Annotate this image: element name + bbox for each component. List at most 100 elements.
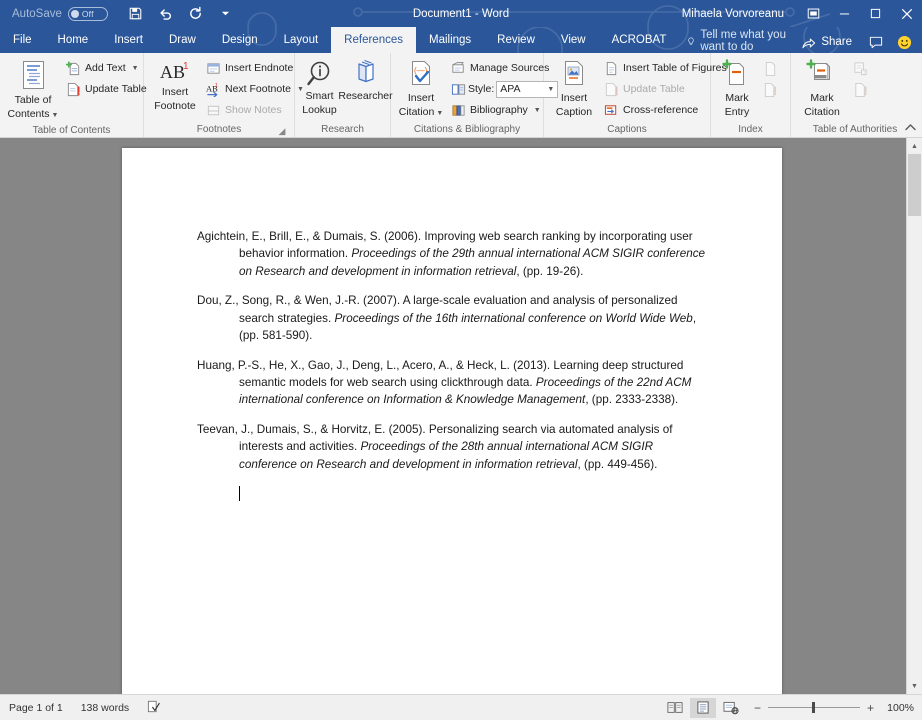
tab-insert[interactable]: Insert (101, 27, 156, 53)
scroll-down-button[interactable]: ▼ (907, 678, 922, 694)
customize-quick-access-button[interactable] (212, 3, 240, 25)
tab-label: References (344, 34, 403, 46)
tell-me-search[interactable]: Tell me what you want to do (687, 29, 794, 53)
tab-view[interactable]: View (548, 27, 599, 53)
tab-review[interactable]: Review (484, 27, 548, 53)
proofing-status-button[interactable] (138, 700, 170, 716)
mark-citation-button[interactable]: Mark Citation (796, 56, 848, 120)
autosave-label: AutoSave (12, 8, 62, 20)
chevron-down-icon: ▼ (534, 107, 541, 114)
table-of-contents-button[interactable]: Table of Contents▼ (5, 56, 61, 123)
insert-endnote-button[interactable]: Insert Endnote (203, 58, 309, 78)
tab-draw[interactable]: Draw (156, 27, 209, 53)
autosave-switch[interactable]: Off (68, 7, 108, 21)
update-table-icon (66, 82, 81, 97)
undo-button[interactable] (152, 3, 180, 25)
maximize-button[interactable] (860, 0, 891, 27)
show-notes-icon (206, 103, 221, 118)
update-table-button[interactable]: Update Table (63, 79, 152, 99)
minimize-icon (839, 8, 850, 19)
insert-citation-button[interactable]: (—) Insert Citation▼ (396, 56, 446, 121)
svg-text:1: 1 (183, 61, 189, 72)
group-label: Captions (549, 122, 705, 137)
footnotes-dialog-launcher[interactable]: ◢ (277, 126, 287, 136)
tab-mailings[interactable]: Mailings (416, 27, 484, 53)
button-label-line2: Footnote (154, 101, 195, 113)
update-index-icon (763, 82, 778, 98)
group-label: Table of Contents (5, 123, 138, 138)
footnotes-small-commands: Insert Endnote AB 1 Next Footnote ▼ (203, 56, 309, 120)
smart-lookup-button[interactable]: Smart Lookup (298, 56, 342, 118)
reference-entry: Agichtein, E., Brill, E., & Dumais, S. (… (197, 228, 707, 280)
user-account-name[interactable]: Mihaela Vorvoreanu (682, 8, 784, 20)
tab-layout[interactable]: Layout (271, 27, 332, 53)
tab-design[interactable]: Design (209, 27, 271, 53)
researcher-button[interactable]: Researcher (344, 56, 388, 105)
comments-button[interactable] (864, 31, 888, 53)
update-table-authorities-button (850, 80, 871, 100)
web-layout-icon (723, 701, 739, 715)
zoom-level[interactable]: 100% (884, 702, 914, 714)
scroll-up-button[interactable]: ▲ (907, 138, 922, 154)
reference-text-part2: , (pp. 2333-2338). (585, 393, 678, 406)
share-button[interactable]: Share (794, 33, 860, 52)
add-text-button[interactable]: Add Text ▼ (63, 58, 152, 78)
document-text-body[interactable]: Agichtein, E., Brill, E., & Dumais, S. (… (122, 148, 782, 501)
tab-references[interactable]: References (331, 27, 416, 53)
small-button-label: Bibliography (470, 104, 528, 116)
button-label-line2: Citation▼ (399, 107, 444, 120)
ribbon-display-options-button[interactable] (798, 0, 829, 27)
group-label: Table of Authorities (796, 122, 914, 137)
page-indicator[interactable]: Page 1 of 1 (0, 702, 72, 714)
vertical-scrollbar[interactable]: ▲ ▼ (906, 138, 922, 694)
tab-label: Design (222, 34, 258, 46)
button-label-line2: Citation (804, 107, 840, 119)
web-layout-button[interactable] (718, 698, 744, 718)
tab-file[interactable]: File (0, 27, 45, 53)
tab-label: ACROBAT (612, 34, 667, 46)
zoom-slider[interactable]: − + (754, 701, 874, 715)
ribbon-group-index: Mark Entry Index (711, 53, 791, 137)
reference-text-part2: , (pp. 449-456). (577, 458, 657, 471)
button-label-line2: Lookup (302, 105, 336, 117)
insert-caption-button[interactable]: Insert Caption (549, 56, 599, 120)
scrollbar-thumb[interactable] (908, 154, 921, 216)
redo-button[interactable] (182, 3, 210, 25)
button-label-line1: Insert (561, 93, 587, 105)
collapse-ribbon-button[interactable] (902, 119, 918, 135)
close-button[interactable] (891, 0, 922, 27)
mark-entry-button[interactable]: Mark Entry (716, 56, 758, 120)
zoom-track[interactable] (768, 707, 860, 708)
svg-text:1: 1 (215, 83, 218, 89)
zoom-in-button[interactable]: + (867, 701, 874, 715)
ribbon: Table of Contents▼ Add Text ▼ (0, 53, 922, 138)
document-page[interactable]: Agichtein, E., Brill, E., & Dumais, S. (… (122, 148, 782, 694)
tab-home[interactable]: Home (45, 27, 102, 53)
insert-footnote-button[interactable]: AB 1 Insert Footnote (149, 56, 201, 114)
next-footnote-button[interactable]: AB 1 Next Footnote ▼ (203, 79, 309, 99)
insert-table-of-authorities-icon (853, 61, 869, 77)
small-button-label: Update Table (623, 83, 685, 95)
word-count[interactable]: 138 words (72, 702, 138, 714)
insert-table-of-figures-icon (604, 61, 619, 76)
chevron-down-icon (221, 9, 230, 18)
reference-entry: Huang, P.-S., He, X., Gao, J., Deng, L.,… (197, 357, 707, 409)
smart-lookup-icon (305, 59, 335, 89)
print-layout-button[interactable] (690, 698, 716, 718)
style-value: APA (500, 83, 520, 95)
autosave-knob (71, 10, 79, 18)
tab-acrobat[interactable]: ACROBAT (599, 27, 680, 53)
read-mode-button[interactable] (662, 698, 688, 718)
ribbon-display-options-icon (807, 7, 820, 20)
zoom-out-button[interactable]: − (754, 701, 761, 715)
autosave-toggle[interactable]: AutoSave Off (12, 7, 108, 21)
insert-index-button (760, 59, 780, 79)
save-button[interactable] (122, 3, 150, 25)
button-label-line1: Insert (162, 87, 188, 99)
minimize-button[interactable] (829, 0, 860, 27)
share-label: Share (821, 36, 852, 48)
group-label: Index (716, 122, 785, 137)
feedback-button[interactable] (892, 31, 916, 53)
zoom-handle[interactable] (812, 702, 815, 713)
reference-text-part2: , (pp. 19-26). (516, 265, 583, 278)
